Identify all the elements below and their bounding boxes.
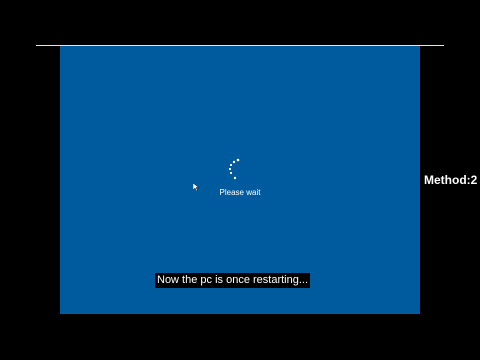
video-frame: Please wait Now the pc is once restartin… (0, 0, 480, 360)
mouse-pointer-icon (193, 183, 199, 191)
video-caption: Now the pc is once restarting... (155, 273, 311, 288)
loading-dots-icon (228, 158, 240, 180)
status-text: Please wait (219, 188, 261, 197)
method-label: Method:2 (424, 173, 478, 187)
